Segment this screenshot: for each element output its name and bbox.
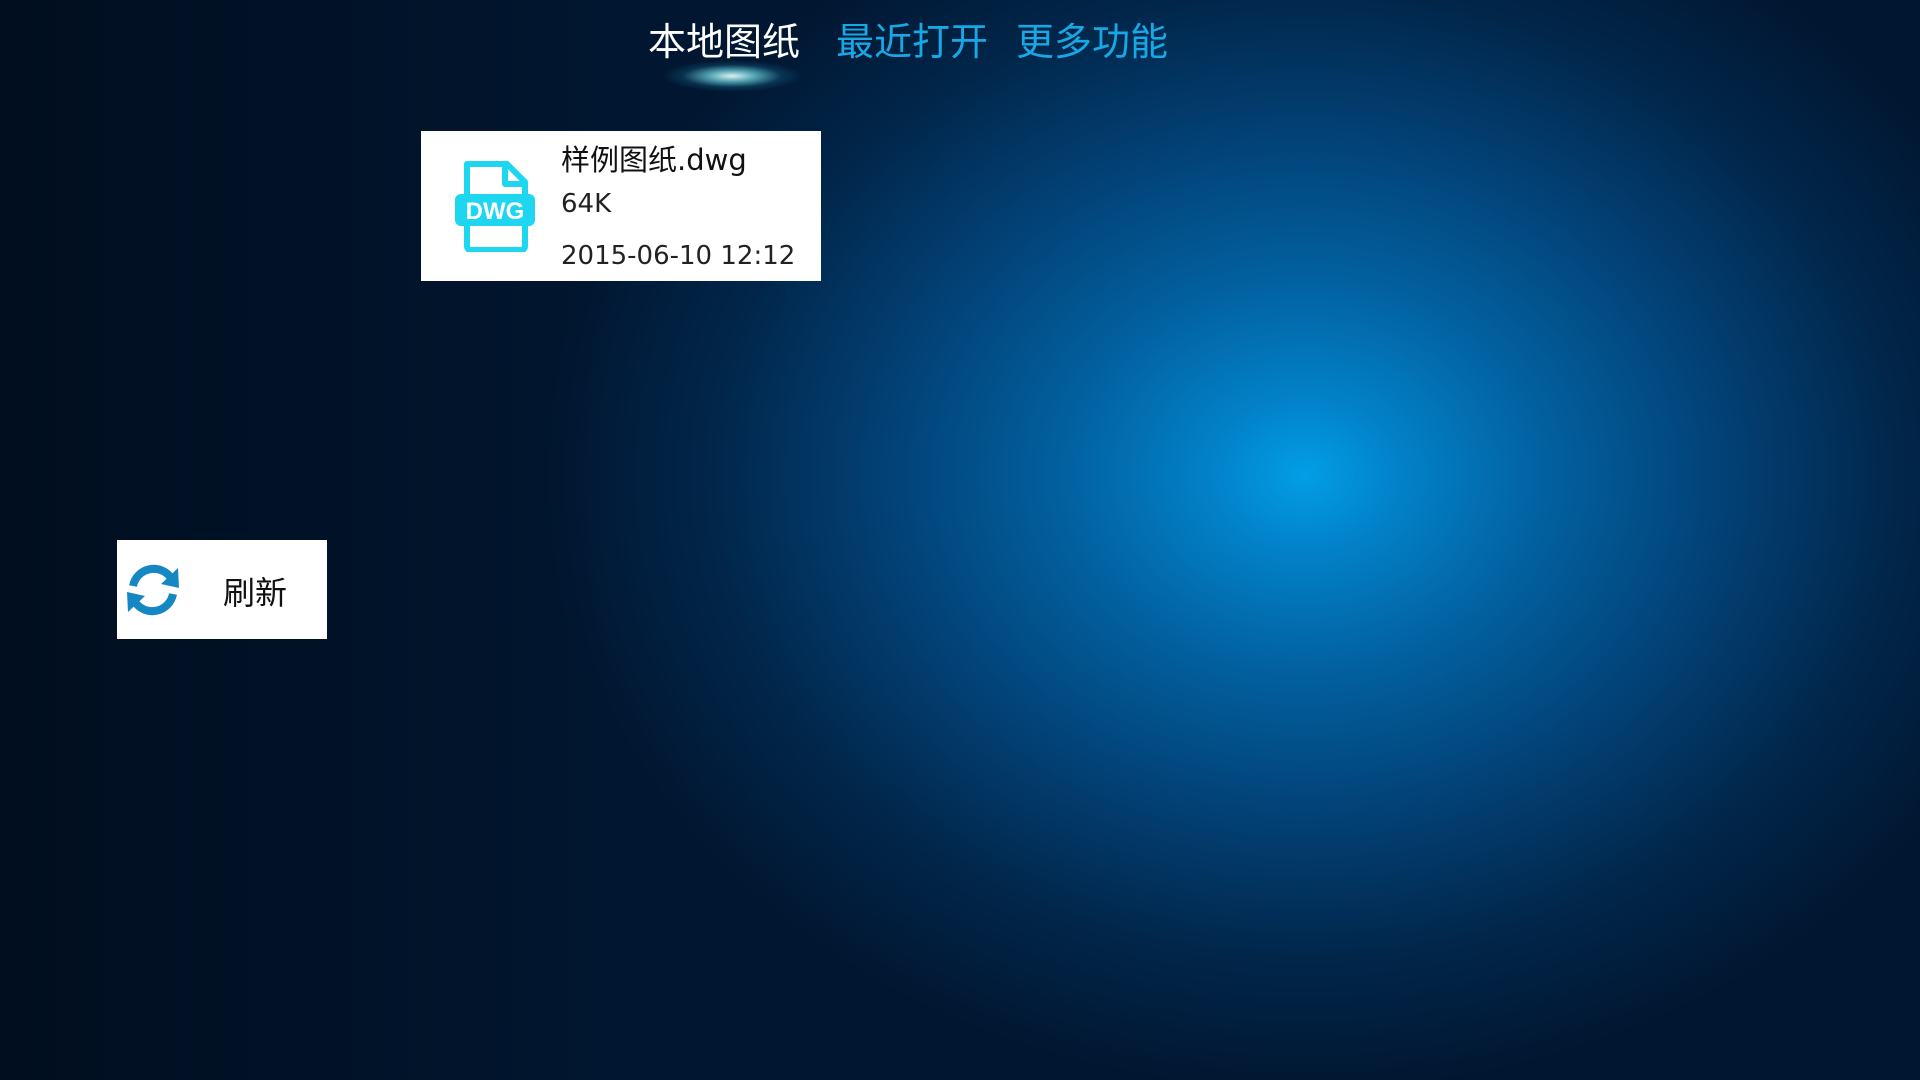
tab-more-functions[interactable]: 更多功能 [1016,14,1168,70]
tab-local-drawings[interactable]: 本地图纸 [648,14,800,70]
tab-recent-opened[interactable]: 最近打开 [836,14,988,70]
file-card[interactable]: DWG 样例图纸.dwg 64K 2015-06-10 12:12 [421,131,821,281]
dwg-icon-text: DWG [466,198,525,225]
refresh-icon [127,564,179,616]
refresh-button[interactable]: 刷新 [117,540,327,639]
dwg-file-icon: DWG [455,161,535,252]
file-size: 64K [561,189,612,219]
file-name: 样例图纸.dwg [561,143,747,177]
refresh-label: 刷新 [223,574,288,612]
file-modified-date: 2015-06-10 12:12 [561,241,796,271]
